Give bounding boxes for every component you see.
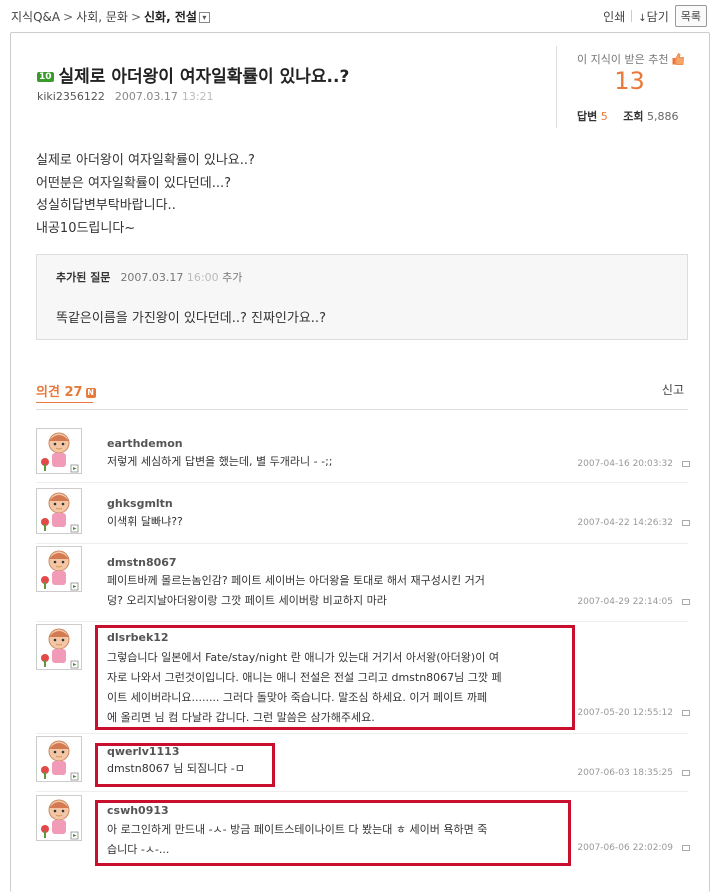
- added-date: 2007.03.17: [120, 271, 184, 284]
- added-question-header: 추가된 질문 2007.03.17 16:00 추가: [56, 269, 242, 285]
- added-question-text: 똑같은이름을 가진왕이 있다던데..? 진짜인가요..?: [56, 311, 326, 326]
- added-question-label: 추가된 질문: [56, 271, 111, 284]
- added-suffix: 추가: [222, 271, 243, 284]
- view-count: 5,886: [647, 110, 679, 123]
- breadcrumb: 지식Q&A > 사회, 문화 > 신화, 전설 ▾: [11, 8, 210, 25]
- question-date: 2007.03.17: [114, 90, 178, 103]
- answer-label: 답변: [577, 110, 598, 123]
- opinions-tab[interactable]: 의견 27 N: [36, 381, 96, 400]
- download-icon: ↓: [638, 12, 647, 24]
- recommend-label: 이 지식이 받은 추천: [577, 51, 684, 67]
- comment-date: 2007-05-20 12:55:12: [577, 708, 690, 718]
- list-button[interactable]: 목록: [674, 5, 707, 27]
- comment-user[interactable]: ghksgmltn: [107, 497, 173, 510]
- breadcrumb-root[interactable]: 지식Q&A: [11, 10, 60, 24]
- question-meta: kiki2356122 2007.03.17 13:21: [37, 90, 214, 103]
- comment-item: ghksgmltn 이색휘 달빠냐?? 2007-04-22 14:26:32: [36, 488, 690, 544]
- avatar[interactable]: [36, 428, 82, 474]
- lock-icon[interactable]: [682, 520, 690, 526]
- added-question-box: 추가된 질문 2007.03.17 16:00 추가 똑같은이름을 가진왕이 있다…: [36, 254, 688, 340]
- recommend-count: 13: [614, 67, 645, 95]
- question-time: 13:21: [181, 90, 214, 103]
- author-link[interactable]: kiki2356122: [37, 90, 105, 103]
- breadcrumb-current[interactable]: 신화, 전설: [144, 10, 197, 24]
- divider: [36, 409, 688, 410]
- view-label: 조회: [623, 110, 644, 123]
- lock-icon[interactable]: [682, 845, 690, 851]
- thumbs-up-icon[interactable]: [672, 52, 684, 65]
- stats-panel: 이 지식이 받은 추천 13 답변 5 조회 5,886: [556, 46, 706, 128]
- opinions-underline: [36, 402, 93, 403]
- lock-icon[interactable]: [682, 461, 690, 467]
- comment-text: 이색휘 달빠냐??: [107, 515, 183, 528]
- question-body: 실제로 아더왕이 여자일확률이 있나요..? 어떤분은 여자일확률이 있다던데.…: [36, 150, 255, 240]
- answer-count: 5: [600, 110, 608, 123]
- lock-icon[interactable]: [682, 770, 690, 776]
- breadcrumb-separator: >: [130, 10, 142, 24]
- comment-date: 2007-04-29 22:14:05: [577, 597, 690, 607]
- comment-date: 2007-06-06 22:02:09: [577, 843, 690, 853]
- comment-user[interactable]: earthdemon: [107, 437, 183, 450]
- stat-row: 답변 5 조회 5,886: [577, 108, 679, 124]
- print-link[interactable]: 인쇄: [603, 8, 625, 25]
- body-line: 성실히답변부탁바랍니다..: [36, 198, 176, 213]
- save-link[interactable]: ↓담기: [638, 8, 668, 25]
- top-actions: 인쇄 ↓담기 목록: [603, 5, 707, 27]
- question-title: 10 실제로 아더왕이 여자일확률이 있나요..?: [37, 62, 349, 87]
- comment-date: 2007-04-22 14:26:32: [577, 518, 690, 528]
- comment-date: 2007-04-16 20:03:32: [577, 459, 690, 469]
- highlight-box: [95, 625, 575, 730]
- comment-text: 페이트바께 몰르는놈인감? 페이트 세이버는 아더왕을 토대로 해서 재구성시킨…: [107, 574, 485, 607]
- comment-user[interactable]: dmstn8067: [107, 556, 177, 569]
- chevron-down-icon[interactable]: ▾: [198, 12, 210, 23]
- divider: [631, 10, 633, 22]
- body-line: 어떤분은 여자일확률이 있다던데...?: [36, 175, 232, 191]
- comment-text: 저렇게 세심하게 답변을 했는데, 별 두개라니 - -;;: [107, 455, 333, 468]
- avatar[interactable]: [36, 546, 82, 592]
- save-label: 담기: [646, 9, 669, 24]
- body-line: 내공10드립니다~: [36, 220, 136, 236]
- new-badge: N: [85, 388, 96, 398]
- breadcrumb-separator: >: [63, 10, 74, 24]
- avatar[interactable]: [36, 795, 82, 841]
- avatar[interactable]: [36, 624, 82, 670]
- comment-item: earthdemon 저렇게 세심하게 답변을 했는데, 별 두개라니 - -;…: [36, 428, 690, 483]
- body-line: 실제로 아더왕이 여자일확률이 있나요..?: [36, 153, 255, 168]
- lock-icon[interactable]: [682, 599, 690, 605]
- level-badge: 10: [37, 72, 54, 82]
- breadcrumb-category[interactable]: 사회, 문화: [76, 10, 128, 24]
- avatar[interactable]: [36, 488, 82, 534]
- highlight-box: [95, 743, 275, 787]
- report-link[interactable]: 신고: [662, 381, 684, 398]
- question-title-text: 실제로 아더왕이 여자일확률이 있나요..?: [58, 67, 350, 87]
- comment-item: dmstn8067 페이트바께 몰르는놈인감? 페이트 세이버는 아더왕을 토대…: [36, 546, 690, 622]
- avatar[interactable]: [36, 736, 82, 782]
- added-time: 16:00: [186, 271, 219, 284]
- lock-icon[interactable]: [682, 710, 690, 716]
- highlight-box: [95, 800, 571, 866]
- comment-date: 2007-06-03 18:35:25: [577, 768, 690, 778]
